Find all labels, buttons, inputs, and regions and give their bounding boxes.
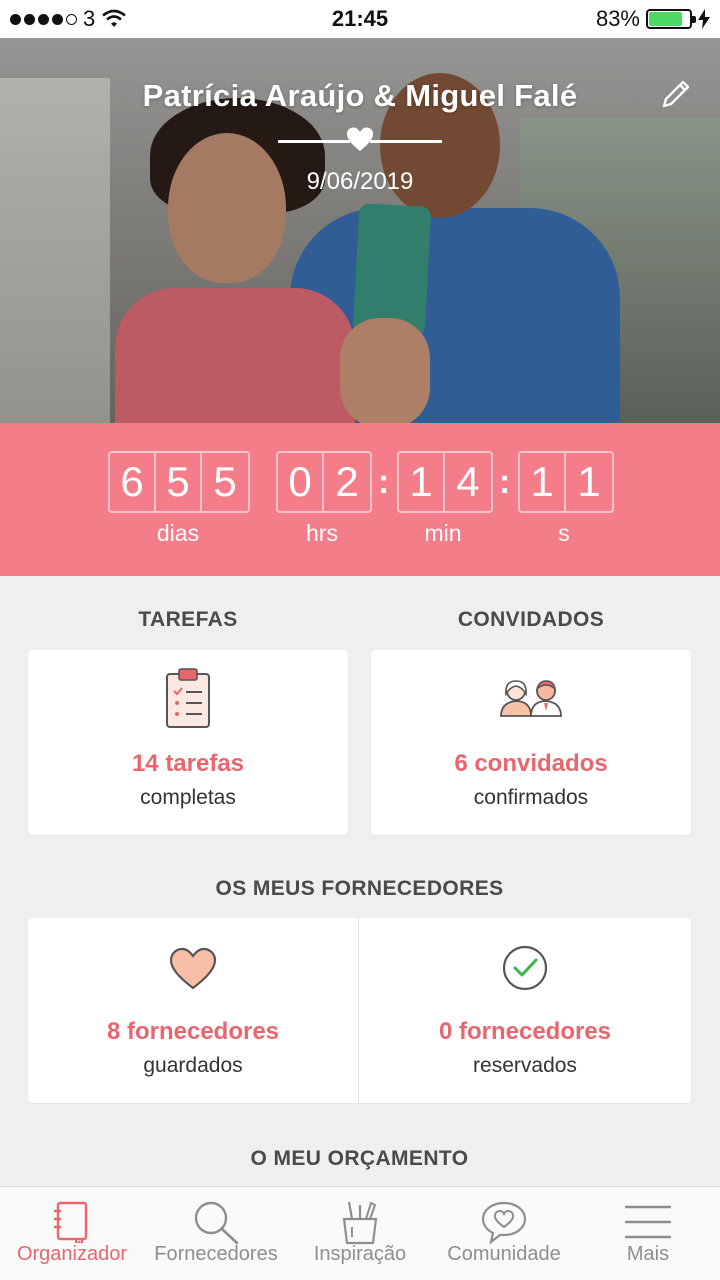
tasks-section-title: TAREFAS xyxy=(138,608,238,631)
bottom-tab-bar: Organizador Fornecedores Inspiração Comu… xyxy=(0,1186,720,1280)
tab-label: Organizador xyxy=(16,1243,128,1265)
tab-label: Fornecedores xyxy=(154,1243,278,1265)
seconds-digit: 1 xyxy=(520,453,566,511)
signal-strength-icon xyxy=(10,13,77,25)
colon-separator: : xyxy=(378,463,390,501)
guests-couple-icon xyxy=(500,680,562,717)
guests-card[interactable]: 6 convidados confirmados xyxy=(371,650,691,835)
wifi-icon xyxy=(102,9,127,27)
days-counter: 6 5 5 xyxy=(108,451,250,513)
tab-label: Mais xyxy=(626,1243,670,1265)
minutes-label: min xyxy=(424,520,462,546)
budget-section-title: O MEU ORÇAMENTO xyxy=(250,1147,469,1170)
seconds-label: s xyxy=(558,520,570,546)
tab-organizador[interactable]: Organizador xyxy=(0,1187,144,1280)
tasks-card[interactable]: 14 tarefas completas xyxy=(28,650,348,835)
battery-icon xyxy=(646,9,696,29)
seconds-digit: 1 xyxy=(577,458,601,505)
seconds-counter: 1 1 xyxy=(518,451,614,513)
check-circle-icon xyxy=(502,945,548,991)
status-bar: 3 21:45 83% xyxy=(0,0,720,38)
tab-fornecedores[interactable]: Fornecedores xyxy=(144,1187,288,1280)
notebook-icon xyxy=(54,1201,88,1243)
menu-icon xyxy=(625,1205,671,1239)
vendors-card: 8 fornecedores guardados 0 fornecedores … xyxy=(28,918,691,1103)
search-icon xyxy=(194,1201,239,1245)
guests-count: 6 convidados xyxy=(454,750,608,777)
divider-right xyxy=(370,140,442,143)
saved-vendors-subtitle: guardados xyxy=(143,1054,243,1077)
heart-outline-icon xyxy=(169,947,217,990)
colon-separator: : xyxy=(499,463,511,501)
saved-vendors[interactable]: 8 fornecedores guardados xyxy=(28,918,358,1103)
vendors-section-title: OS MEUS FORNECEDORES xyxy=(215,877,504,900)
days-label: dias xyxy=(156,520,200,546)
booked-vendors-count: 0 fornecedores xyxy=(438,1018,612,1045)
saved-vendors-count: 8 fornecedores xyxy=(106,1018,280,1045)
couple-photo: Patrícia Araújo & Miguel Falé 9/06/2019 xyxy=(0,38,720,423)
days-digit: 5 xyxy=(156,453,202,511)
tab-label: Inspiração xyxy=(313,1243,407,1265)
clock: 21:45 xyxy=(331,6,389,31)
minutes-digit: 4 xyxy=(456,458,480,505)
days-digit: 5 xyxy=(213,458,237,505)
minutes-counter: 1 4 xyxy=(397,451,493,513)
tab-comunidade[interactable]: Comunidade xyxy=(432,1187,576,1280)
tab-inspiracao[interactable]: Inspiração xyxy=(288,1187,432,1280)
carrier-name: 3 xyxy=(83,6,96,31)
booked-vendors[interactable]: 0 fornecedores reservados xyxy=(359,918,691,1103)
wedding-date: 9/06/2019 xyxy=(306,168,414,195)
hours-counter: 0 2 xyxy=(276,451,372,513)
couple-name: Patrícia Araújo & Miguel Falé xyxy=(142,78,578,113)
battery-percent: 83% xyxy=(595,6,640,31)
hours-label: hrs xyxy=(306,520,338,546)
guests-section-title: CONVIDADOS xyxy=(457,608,605,631)
chat-heart-icon xyxy=(481,1201,527,1245)
tasks-subtitle: completas xyxy=(140,786,236,809)
guests-subtitle: confirmados xyxy=(473,786,589,809)
pencil-cup-icon xyxy=(342,1201,378,1245)
tasks-count: 14 tarefas xyxy=(131,750,245,777)
booked-vendors-subtitle: reservados xyxy=(473,1054,577,1077)
tab-mais[interactable]: Mais xyxy=(576,1187,720,1280)
hours-digit: 0 xyxy=(278,453,324,511)
charging-bolt-icon xyxy=(698,9,710,29)
edit-pencil-icon[interactable] xyxy=(658,76,694,112)
days-digit: 6 xyxy=(110,453,156,511)
tab-label: Comunidade xyxy=(447,1243,561,1265)
minutes-digit: 1 xyxy=(399,453,445,511)
clipboard-icon xyxy=(166,668,210,728)
hours-digit: 2 xyxy=(335,458,359,505)
countdown: 6 5 5 0 2 : 1 4 : 1 1 dias hrs min s xyxy=(0,423,720,576)
divider-left xyxy=(278,140,350,143)
